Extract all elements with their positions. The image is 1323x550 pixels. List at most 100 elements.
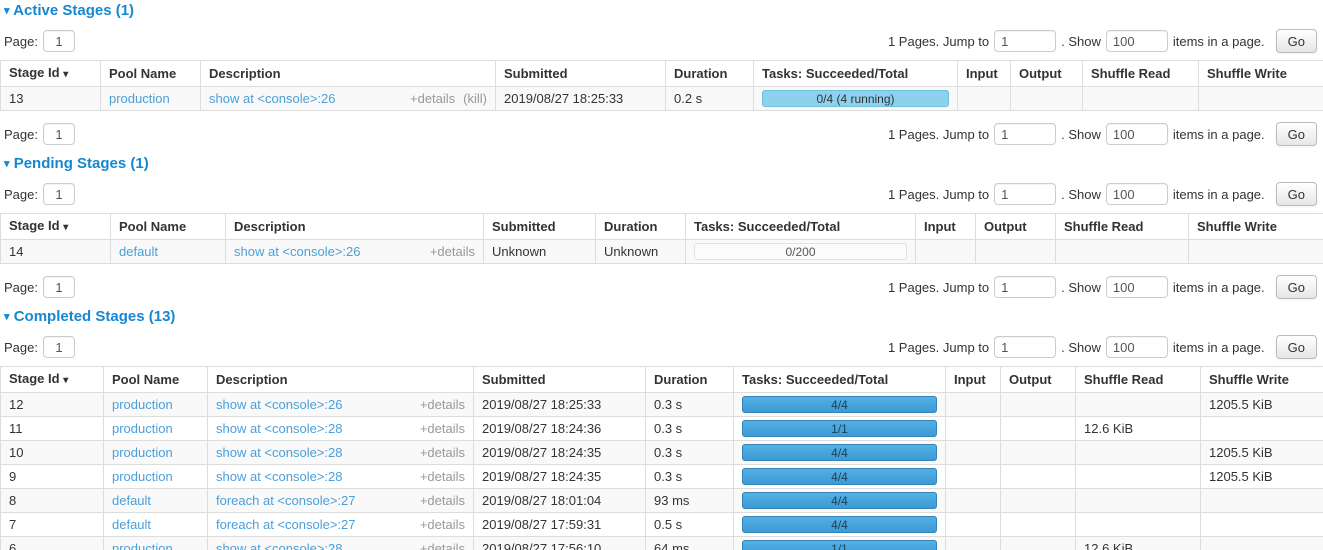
column-header-label: Stage Id	[9, 65, 60, 80]
go-button[interactable]: Go	[1276, 182, 1317, 206]
column-header[interactable]: Submitted	[496, 61, 666, 87]
description-link[interactable]: show at <console>:28	[216, 421, 342, 436]
column-header[interactable]: Pool Name	[111, 214, 226, 240]
stages-table: Stage Id ▾Pool NameDescriptionSubmittedD…	[0, 213, 1323, 264]
pool-name-link[interactable]: default	[112, 517, 151, 532]
column-header-label: Input	[966, 66, 998, 81]
submitted-time: 2019/08/27 18:24:35	[482, 469, 601, 484]
description-link[interactable]: show at <console>:28	[216, 541, 342, 550]
stage-id-cell: 10	[1, 441, 104, 465]
description-link[interactable]: show at <console>:26	[234, 244, 360, 259]
details-toggle[interactable]: +details	[410, 91, 455, 106]
pool-name-link[interactable]: production	[112, 421, 173, 436]
column-header[interactable]: Shuffle Read	[1083, 61, 1199, 87]
show-count-input[interactable]	[1106, 336, 1168, 358]
column-header[interactable]: Input	[958, 61, 1011, 87]
pool-name-link[interactable]: production	[112, 469, 173, 484]
column-header[interactable]: Description	[201, 61, 496, 87]
show-count-input[interactable]	[1106, 276, 1168, 298]
description-link[interactable]: foreach at <console>:27	[216, 517, 356, 532]
column-header[interactable]: Shuffle Write	[1201, 367, 1323, 393]
description-link[interactable]: show at <console>:28	[216, 469, 342, 484]
details-toggle[interactable]: +details	[420, 397, 465, 412]
column-header[interactable]: Pool Name	[104, 367, 208, 393]
pool-name-link[interactable]: default	[112, 493, 151, 508]
details-toggle[interactable]: +details	[420, 445, 465, 460]
details-toggle[interactable]: +details	[420, 469, 465, 484]
show-count-input[interactable]	[1106, 183, 1168, 205]
show-count-input[interactable]	[1106, 123, 1168, 145]
column-header[interactable]: Output	[1011, 61, 1083, 87]
column-header[interactable]: Shuffle Write	[1199, 61, 1323, 87]
column-header[interactable]: Shuffle Read	[1056, 214, 1189, 240]
column-header[interactable]: Tasks: Succeeded/Total	[686, 214, 916, 240]
column-header[interactable]: Tasks: Succeeded/Total	[754, 61, 958, 87]
kill-link[interactable]: (kill)	[463, 91, 487, 106]
details-toggle[interactable]: +details	[420, 493, 465, 508]
column-header[interactable]: Input	[946, 367, 1001, 393]
page-number-input[interactable]	[43, 30, 75, 52]
page-number-input[interactable]	[43, 276, 75, 298]
details-toggle[interactable]: +details	[420, 517, 465, 532]
column-header[interactable]: Description	[208, 367, 474, 393]
column-header[interactable]: Shuffle Read	[1076, 367, 1201, 393]
column-header[interactable]: Duration	[596, 214, 686, 240]
details-toggle[interactable]: +details	[430, 244, 475, 259]
column-header-label: Pool Name	[112, 372, 179, 387]
column-header-label: Shuffle Read	[1084, 372, 1163, 387]
submitted-time: 2019/08/27 18:25:33	[504, 91, 623, 106]
duration-cell: Unknown	[596, 240, 686, 264]
pool-name-link[interactable]: default	[119, 244, 158, 259]
task-progress-label: 4/4	[831, 494, 848, 508]
description-link[interactable]: show at <console>:26	[209, 91, 335, 106]
go-button[interactable]: Go	[1276, 335, 1317, 359]
stage-id-cell: 12	[1, 393, 104, 417]
column-header[interactable]: Stage Id ▾	[1, 61, 101, 87]
section-heading[interactable]: ▾ Pending Stages (1)	[0, 153, 1323, 171]
column-header[interactable]: Description	[226, 214, 484, 240]
pages-jump-label: 1 Pages. Jump to	[888, 127, 989, 142]
section-heading[interactable]: ▾ Completed Stages (13)	[0, 306, 1323, 324]
column-header[interactable]: Duration	[646, 367, 734, 393]
stage-row: 10 production +details show at <console>:28…	[1, 441, 1323, 465]
column-header-label: Submitted	[482, 372, 546, 387]
column-header[interactable]: Output	[976, 214, 1056, 240]
column-header[interactable]: Submitted	[484, 214, 596, 240]
details-toggle[interactable]: +details	[420, 421, 465, 436]
section-heading[interactable]: ▾ Active Stages (1)	[0, 0, 1323, 18]
jump-to-input[interactable]	[994, 123, 1056, 145]
column-header[interactable]: Pool Name	[101, 61, 201, 87]
pool-name-link[interactable]: production	[112, 397, 173, 412]
pool-name-cell: production	[104, 465, 208, 489]
column-header[interactable]: Stage Id ▾	[1, 214, 111, 240]
description-link[interactable]: foreach at <console>:27	[216, 493, 356, 508]
pool-name-link[interactable]: production	[109, 91, 170, 106]
stages-section: ▾ Completed Stages (13) Page: 1 Pages. J…	[0, 306, 1323, 550]
duration-value: 64 ms	[654, 541, 689, 550]
description-link[interactable]: show at <console>:26	[216, 397, 342, 412]
go-button[interactable]: Go	[1276, 29, 1317, 53]
jump-to-input[interactable]	[994, 276, 1056, 298]
pool-name-link[interactable]: production	[112, 541, 173, 550]
pool-name-link[interactable]: production	[112, 445, 173, 460]
details-toggle[interactable]: +details	[420, 541, 465, 550]
page-number-input[interactable]	[43, 123, 75, 145]
column-header[interactable]: Input	[916, 214, 976, 240]
column-header-label: Input	[924, 219, 956, 234]
page-number-input[interactable]	[43, 183, 75, 205]
shuffle-read-cell	[1083, 87, 1199, 111]
jump-to-input[interactable]	[994, 183, 1056, 205]
column-header[interactable]: Stage Id ▾	[1, 367, 104, 393]
show-count-input[interactable]	[1106, 30, 1168, 52]
column-header[interactable]: Submitted	[474, 367, 646, 393]
column-header[interactable]: Output	[1001, 367, 1076, 393]
description-link[interactable]: show at <console>:28	[216, 445, 342, 460]
column-header[interactable]: Tasks: Succeeded/Total	[734, 367, 946, 393]
go-button[interactable]: Go	[1276, 275, 1317, 299]
jump-to-input[interactable]	[994, 30, 1056, 52]
column-header[interactable]: Duration	[666, 61, 754, 87]
go-button[interactable]: Go	[1276, 122, 1317, 146]
jump-to-input[interactable]	[994, 336, 1056, 358]
page-number-input[interactable]	[43, 336, 75, 358]
column-header[interactable]: Shuffle Write	[1189, 214, 1323, 240]
